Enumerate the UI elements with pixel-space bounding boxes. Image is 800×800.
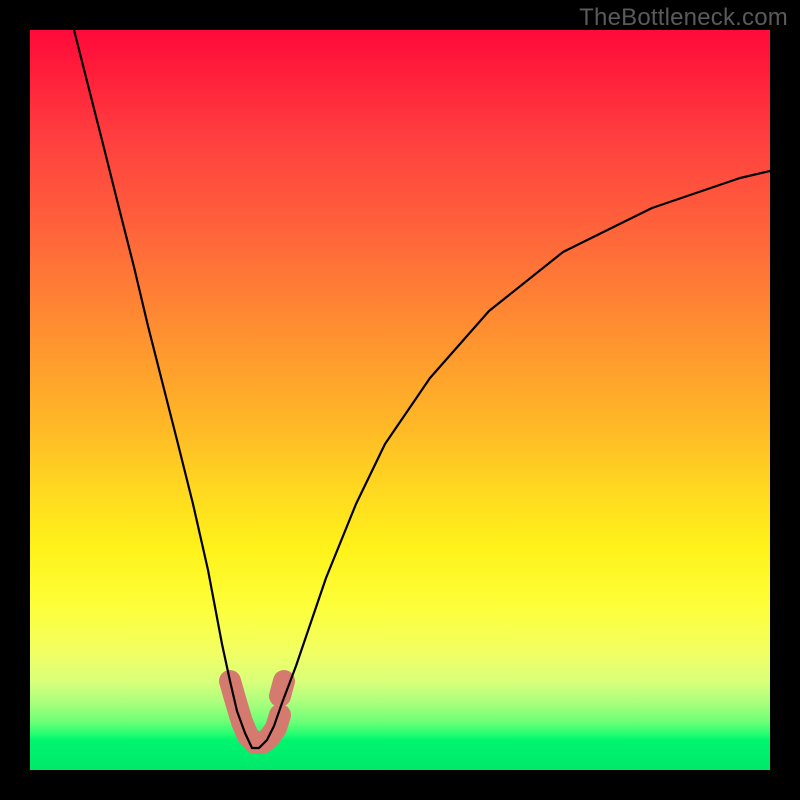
chart-frame: TheBottleneck.com (0, 0, 800, 800)
watermark-text: TheBottleneck.com (579, 4, 788, 32)
plot-area (30, 30, 770, 770)
bottleneck-curve (74, 30, 770, 748)
bottleneck-curve-svg (30, 30, 770, 770)
